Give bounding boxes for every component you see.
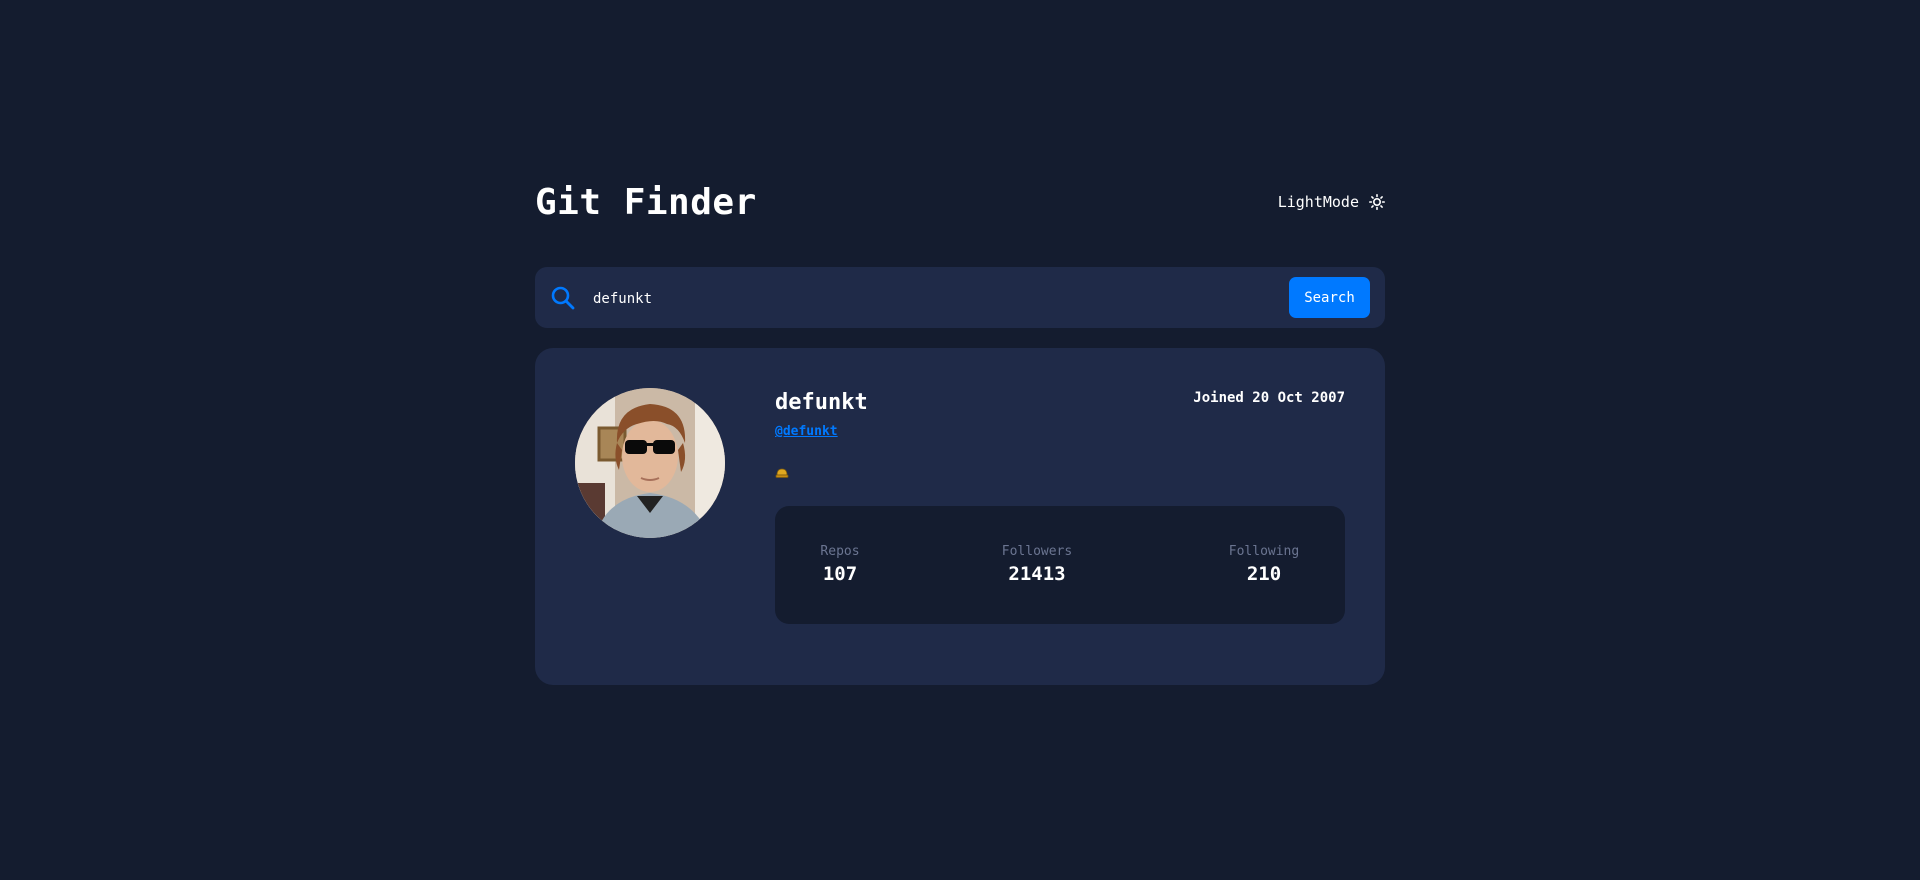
mode-label: LightMode: [1277, 193, 1359, 211]
light-mode-toggle[interactable]: LightMode: [1278, 193, 1385, 211]
avatar: [575, 388, 725, 538]
hat-emoji-icon: [775, 466, 789, 480]
following-value: 210: [1246, 563, 1282, 585]
followers-label: Followers: [1001, 544, 1073, 559]
bio: [775, 466, 789, 484]
stat-repos: Repos 107: [820, 544, 860, 585]
search-icon: [550, 285, 576, 311]
sun-icon: [1369, 194, 1385, 210]
header: Git Finder LightMode: [535, 174, 1385, 230]
stat-followers: Followers 21413: [1000, 544, 1074, 585]
search-bar: Search: [535, 267, 1385, 328]
stat-following: Following 210: [1228, 544, 1300, 585]
following-label: Following: [1228, 544, 1300, 559]
stats-panel: Repos 107 Followers 21413 Following 210: [775, 506, 1345, 624]
repos-label: Repos: [820, 544, 860, 559]
followers-value: 21413: [1008, 563, 1066, 585]
profile-card: defunkt @defunkt Joined 20 Oct 2007 Repo…: [535, 348, 1385, 685]
profile-name: defunkt: [775, 390, 868, 415]
joined-date: Joined 20 Oct 2007: [1193, 390, 1345, 406]
search-button[interactable]: Search: [1289, 277, 1370, 318]
profile-login-link[interactable]: @defunkt: [775, 424, 838, 439]
repos-value: 107: [822, 563, 858, 585]
search-input[interactable]: [591, 281, 1295, 317]
app-title: Git Finder: [535, 181, 757, 223]
